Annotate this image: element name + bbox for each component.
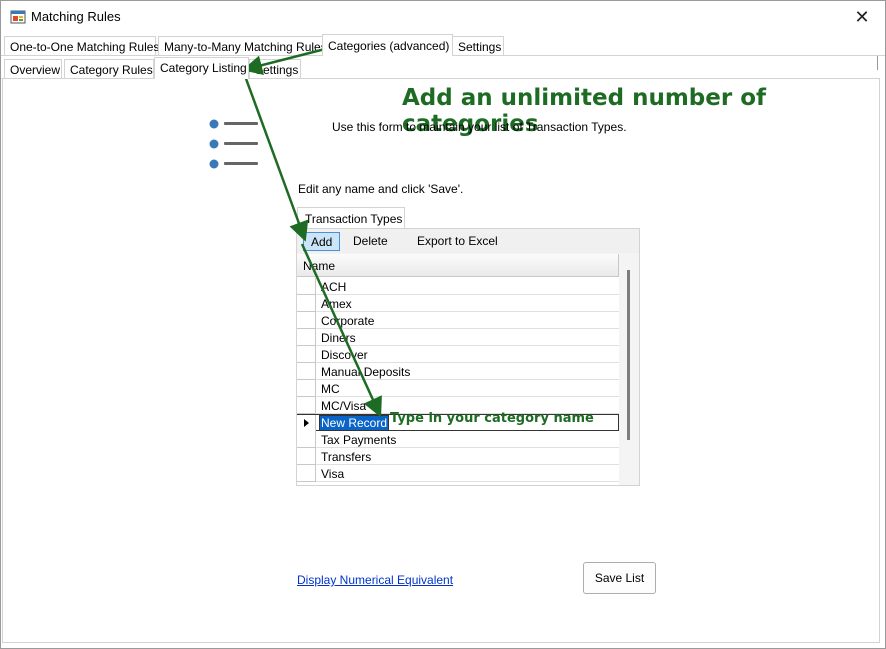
export-to-excel-button[interactable]: Export to Excel: [410, 232, 505, 251]
row-header[interactable]: [297, 465, 316, 482]
name-cell[interactable]: MC/Visa: [321, 399, 366, 413]
tab-label: Transaction Types: [305, 212, 403, 226]
tab-label: Categories (advanced): [328, 39, 450, 53]
row-header[interactable]: [297, 380, 316, 397]
subtab-overview[interactable]: Overview: [4, 59, 62, 79]
table-row[interactable]: MC: [297, 380, 619, 397]
transaction-types-grid: Name ACH Amex Corporate Diners Discover Manua…: [297, 254, 619, 485]
row-header[interactable]: [297, 431, 316, 448]
row-header[interactable]: [297, 295, 316, 312]
row-header[interactable]: [297, 397, 316, 414]
new-record-editor[interactable]: New Record: [318, 415, 390, 431]
table-row[interactable]: Corporate: [297, 312, 619, 329]
table-row[interactable]: Visa: [297, 465, 619, 482]
delete-button[interactable]: Delete: [346, 232, 395, 251]
name-cell[interactable]: Diners: [321, 331, 356, 345]
row-header[interactable]: [297, 363, 316, 380]
title-bar: Matching Rules ✕: [1, 1, 885, 33]
name-cell[interactable]: ACH: [321, 280, 346, 294]
close-icon: ✕: [854, 6, 870, 27]
row-header[interactable]: [297, 448, 316, 465]
table-row[interactable]: ACH: [297, 278, 619, 295]
app-window-icon: [10, 10, 26, 24]
row-header[interactable]: [297, 312, 316, 329]
tab-label: One-to-One Matching Rules: [10, 40, 160, 54]
name-cell[interactable]: Manual Deposits: [321, 365, 410, 379]
save-list-button[interactable]: Save List: [583, 562, 656, 594]
subtab-category-listing[interactable]: Category Listing: [154, 57, 249, 79]
row-header[interactable]: [297, 346, 316, 363]
grid-toolbar: Add Delete Export to Excel: [297, 229, 639, 253]
tab-transaction-types[interactable]: Transaction Types: [297, 207, 405, 229]
edit-hint-text: Edit any name and click 'Save'.: [298, 182, 464, 196]
save-list-label: Save List: [594, 571, 645, 585]
name-cell[interactable]: Transfers: [321, 450, 371, 464]
tab-label: Overview: [10, 63, 61, 77]
add-button[interactable]: Add: [303, 232, 341, 251]
tab-label: Settings: [255, 63, 299, 77]
scrollbar-thumb[interactable]: [627, 270, 630, 440]
callout-annotation: Type in your category name: [390, 411, 594, 426]
name-cell[interactable]: Corporate: [321, 314, 374, 328]
table-row[interactable]: Amex: [297, 295, 619, 312]
matching-rules-window: Matching Rules ✕ One-to-One Matching Rul…: [0, 0, 886, 649]
bulleted-list-icon: [209, 119, 258, 169]
intro-text: Use this form to maintain your list of T…: [332, 120, 627, 134]
tab-one-to-one[interactable]: One-to-One Matching Rules: [4, 36, 160, 56]
table-row[interactable]: Tax Payments: [297, 431, 619, 448]
tab-scroll-indicator: [877, 56, 883, 70]
tab-categories-advanced[interactable]: Categories (advanced): [322, 34, 453, 56]
tab-settings[interactable]: Settings: [452, 36, 504, 56]
row-header[interactable]: [297, 278, 316, 295]
row-header[interactable]: [297, 329, 316, 346]
table-row[interactable]: Manual Deposits: [297, 363, 619, 380]
subtab-category-rules[interactable]: Category Rules: [64, 59, 154, 79]
tab-label: Category Rules: [70, 63, 153, 77]
subtab-settings[interactable]: Settings: [249, 59, 301, 79]
name-cell[interactable]: Tax Payments: [321, 433, 396, 447]
table-row[interactable]: Discover: [297, 346, 619, 363]
tab-label: Settings: [458, 40, 502, 54]
tab-many-to-many[interactable]: Many-to-Many Matching Rules: [158, 36, 327, 56]
table-row[interactable]: Transfers: [297, 448, 619, 465]
name-cell[interactable]: Visa: [321, 467, 344, 481]
row-pointer-icon: [304, 419, 309, 427]
name-column-header[interactable]: Name: [297, 254, 619, 277]
name-cell[interactable]: Discover: [321, 348, 368, 362]
name-cell[interactable]: MC: [321, 382, 340, 396]
name-cell[interactable]: Amex: [321, 297, 352, 311]
display-numerical-equivalent-link[interactable]: Display Numerical Equivalent: [297, 573, 453, 587]
close-button[interactable]: ✕: [839, 1, 885, 33]
row-header[interactable]: [297, 415, 316, 432]
window-title: Matching Rules: [31, 9, 121, 24]
table-row[interactable]: Diners: [297, 329, 619, 346]
grid-vertical-scrollbar[interactable]: [619, 254, 639, 485]
transaction-types-panel: Add Delete Export to Excel Name ACH Amex C…: [296, 228, 640, 486]
tab-label: Many-to-Many Matching Rules: [164, 40, 327, 54]
column-header-label: Name: [303, 259, 336, 273]
tab-label: Category Listing: [160, 61, 247, 75]
